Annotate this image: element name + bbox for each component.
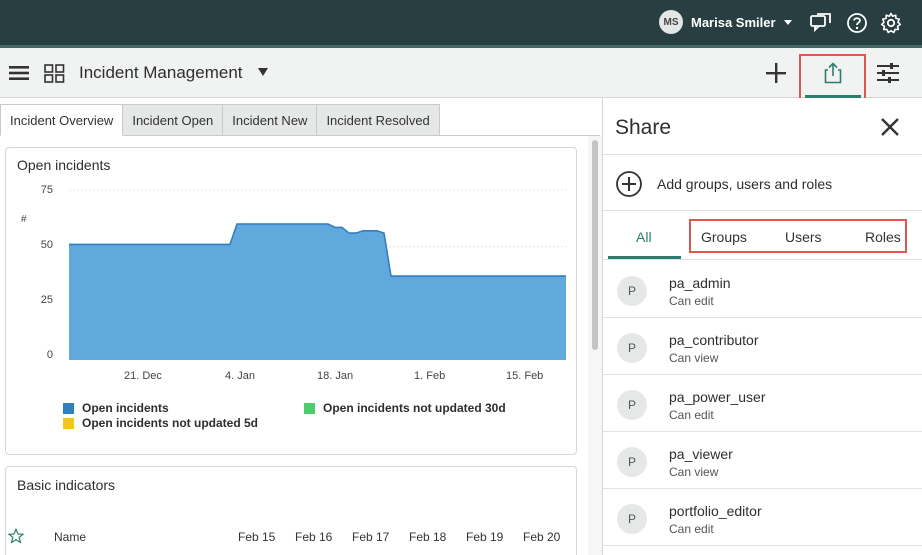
share-panel: Share Add groups, users and roles All Gr…	[602, 98, 922, 555]
panel-title: Share	[615, 116, 672, 139]
star-icon[interactable]	[8, 528, 24, 544]
share-entry-list: P pa_admin Can edit P pa_contributor Can…	[603, 261, 922, 546]
legend-label: Open incidents not updated 5d	[82, 416, 259, 430]
avatar: P	[617, 333, 647, 363]
avatar: P	[617, 390, 647, 420]
tab-all[interactable]: All	[636, 229, 652, 245]
list-item[interactable]: P pa_viewer Can view	[603, 432, 922, 489]
entry-permission[interactable]: Can view	[669, 351, 718, 365]
add-circle-icon	[616, 171, 642, 197]
column-header-date: Feb 15	[238, 530, 276, 544]
entry-permission[interactable]: Can edit	[669, 408, 714, 422]
entry-name: pa_admin	[669, 275, 731, 291]
legend-open-incidents[interactable]: Open incidents	[63, 401, 169, 415]
list-item[interactable]: P pa_admin Can edit	[603, 261, 922, 318]
add-groups-users-roles-button[interactable]: Add groups, users and roles	[615, 170, 832, 198]
tabs-highlight-box	[689, 219, 907, 253]
avatar: P	[617, 276, 647, 306]
column-header-date: Feb 16	[295, 530, 333, 544]
column-header-name: Name	[54, 530, 87, 544]
list-item[interactable]: P pa_power_user Can edit	[603, 375, 922, 432]
legend-label: Open incidents not updated 30d	[323, 401, 506, 415]
divider	[603, 210, 922, 211]
column-header-date: Feb 20	[523, 530, 561, 544]
entry-name: pa_contributor	[669, 332, 759, 348]
scrollbar-thumb[interactable]	[592, 140, 598, 350]
avatar: P	[617, 504, 647, 534]
entry-permission[interactable]: Can edit	[669, 522, 714, 536]
entry-name: pa_viewer	[669, 446, 733, 462]
legend-swatch	[63, 417, 74, 429]
card-title: Basic indicators	[17, 477, 116, 493]
legend-swatch	[63, 402, 74, 414]
close-icon[interactable]	[879, 116, 903, 140]
legend-not-updated-5d[interactable]: Open incidents not updated 5d	[63, 416, 258, 430]
add-label: Add groups, users and roles	[657, 176, 833, 192]
entry-permission[interactable]: Can view	[669, 465, 718, 479]
entry-name: portfolio_editor	[669, 503, 762, 519]
divider	[603, 259, 922, 260]
entry-permission[interactable]: Can edit	[669, 294, 714, 308]
entry-name: pa_power_user	[669, 389, 766, 405]
avatar: P	[617, 447, 647, 477]
column-header-date: Feb 18	[409, 530, 447, 544]
column-header-date: Feb 17	[352, 530, 390, 544]
list-item[interactable]: P portfolio_editor Can edit	[603, 489, 922, 546]
legend-label: Open incidents	[82, 401, 169, 415]
column-header-date: Feb 19	[466, 530, 504, 544]
divider	[603, 154, 922, 155]
legend-swatch	[304, 402, 315, 414]
list-item[interactable]: P pa_contributor Can view	[603, 318, 922, 375]
legend-not-updated-30d[interactable]: Open incidents not updated 30d	[304, 401, 506, 415]
